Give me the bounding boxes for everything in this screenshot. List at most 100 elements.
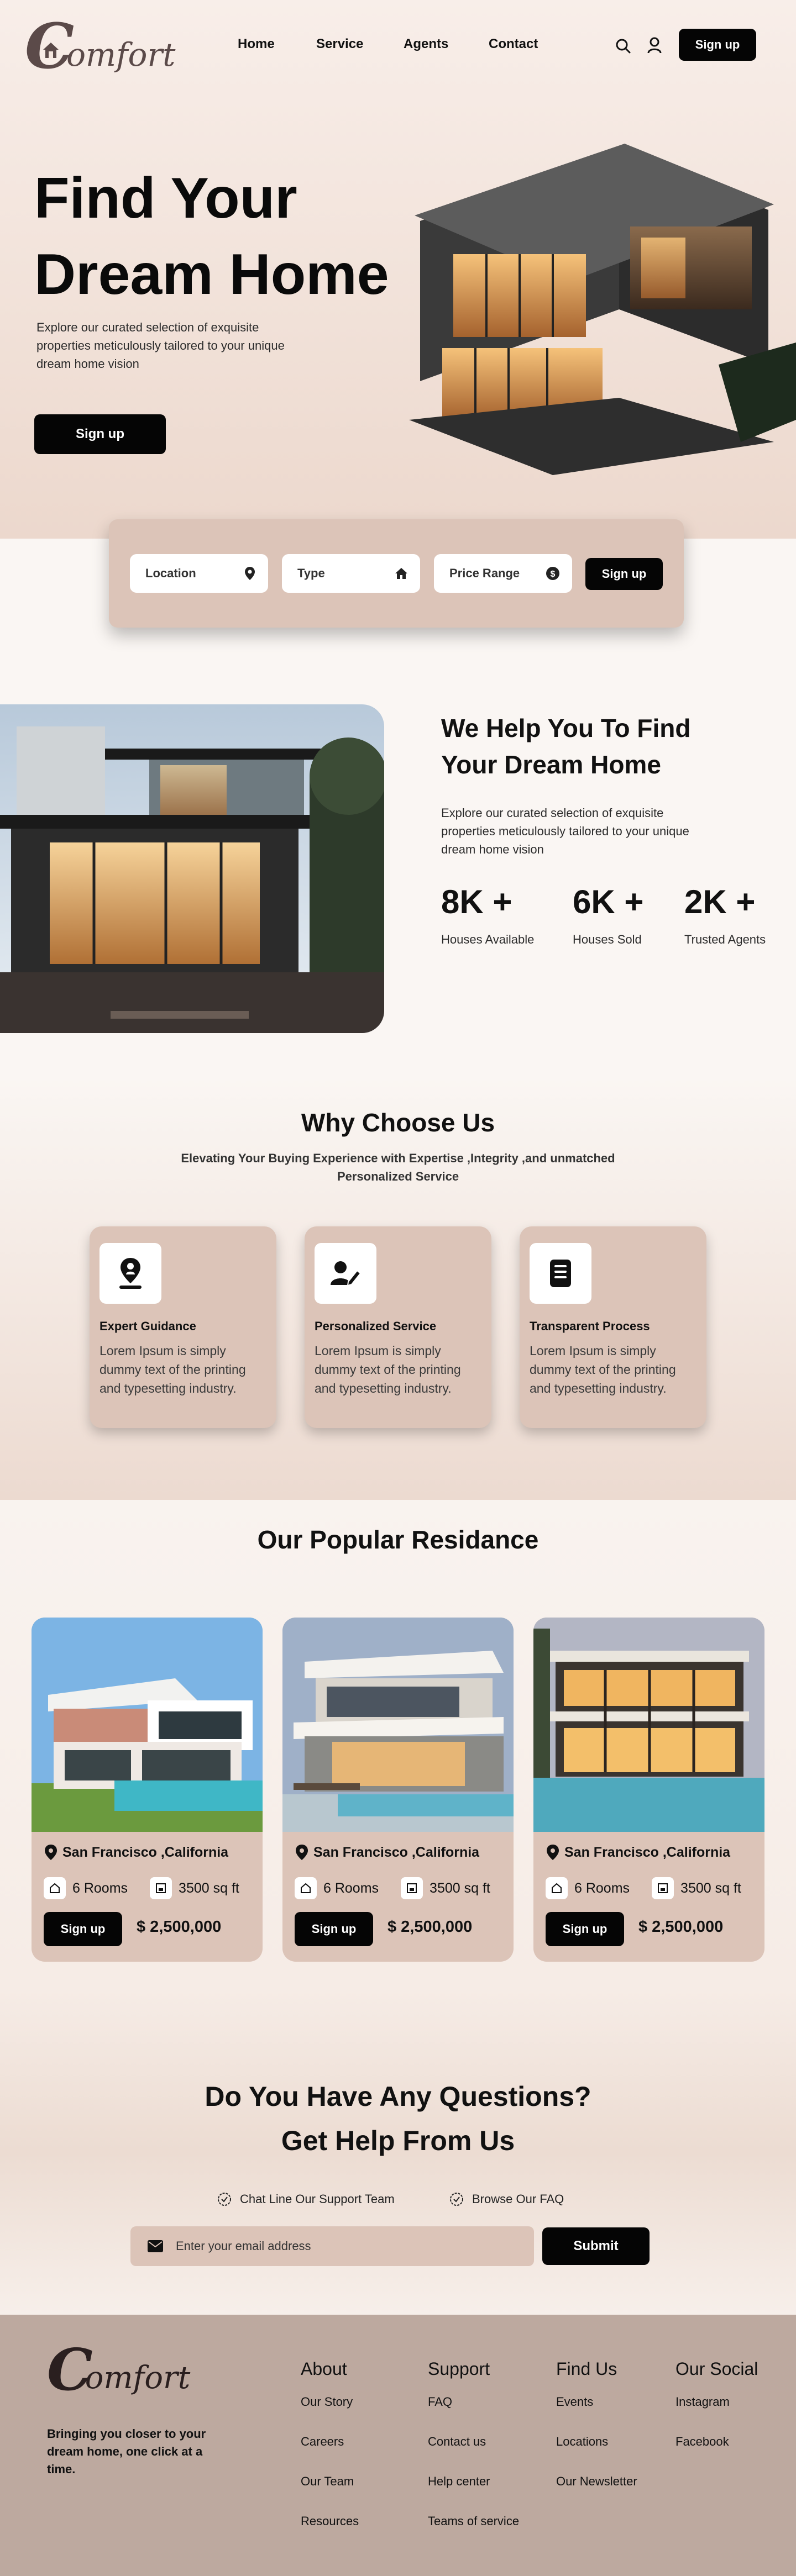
footer-link[interactable]: Teams of service [428, 2514, 519, 2528]
why-subtitle: Elevating Your Buying Experience with Ex… [181, 1151, 615, 1183]
card-description: Lorem Ipsum is simply dummy text of the … [530, 1344, 676, 1395]
area-icon [658, 1883, 668, 1893]
property-location: San Francisco ,California [295, 1844, 479, 1861]
property-photo [32, 1618, 263, 1832]
property-signup-button[interactable]: Sign up [546, 1912, 624, 1946]
icon-box [100, 1243, 161, 1304]
nav-contact-link[interactable]: Contact [489, 36, 538, 52]
about-subtitle: Explore our curated selection of exquisi… [441, 806, 689, 856]
hero-subtitle: Explore our curated selection of exquisi… [36, 320, 285, 371]
nav-home-link[interactable]: Home [238, 36, 275, 52]
home-outline-icon [552, 1883, 562, 1893]
icon-box [315, 1243, 376, 1304]
rooms-text: 6 Rooms [72, 1880, 128, 1896]
location-select[interactable]: Location [130, 554, 268, 593]
user-edit-icon [331, 1261, 362, 1287]
area-icon [156, 1883, 166, 1893]
footer-link[interactable]: Our Newsletter [556, 2474, 637, 2489]
footer-heading: Support [428, 2359, 490, 2379]
area-chip [652, 1877, 674, 1899]
instagram-link[interactable]: Instagram [675, 2395, 758, 2409]
area-text: 3500 sq ft [179, 1880, 239, 1896]
price-range-select[interactable]: Price Range $ [434, 554, 572, 593]
stat-houses-sold: 6K + Houses Sold [573, 883, 643, 947]
support-chat-link[interactable]: Chat Line Our Support Team [217, 2192, 395, 2207]
browse-faq-label: Browse Our FAQ [472, 2192, 564, 2206]
footer-heading: About [301, 2359, 347, 2379]
brand-name: omfort [66, 36, 176, 73]
card-description: Lorem Ipsum is simply dummy text of the … [315, 1344, 461, 1395]
location-text: San Francisco ,California [313, 1844, 480, 1860]
type-select[interactable]: Type [282, 554, 420, 593]
area-text: 3500 sq ft [430, 1880, 490, 1896]
svg-text:$: $ [551, 570, 556, 579]
hero-title: Find Your Dream Home [34, 160, 421, 313]
property-card[interactable]: San Francisco ,California 6 Rooms 3500 s… [282, 1618, 514, 1962]
rooms-text: 6 Rooms [323, 1880, 379, 1896]
search-icon[interactable] [615, 38, 631, 54]
facebook-link[interactable]: Facebook [675, 2435, 758, 2449]
property-meta: 6 Rooms 3500 sq ft [44, 1877, 239, 1899]
footer-link[interactable]: Our Story [301, 2395, 359, 2409]
document-icon [550, 1260, 571, 1287]
verified-check-icon [450, 2193, 463, 2206]
footer-brand-logo[interactable]: C omfort [47, 2341, 190, 2399]
footer-link[interactable]: Events [556, 2395, 637, 2409]
property-price: $ 2,500,000 [137, 1918, 222, 1936]
map-pin-icon [245, 567, 255, 580]
footer-link[interactable]: Help center [428, 2474, 519, 2489]
icon-box [530, 1243, 591, 1304]
property-photo [533, 1618, 764, 1832]
property-card[interactable]: San Francisco ,California 6 Rooms 3500 s… [533, 1618, 764, 1962]
house-logo-icon [43, 43, 59, 58]
rooms-text: 6 Rooms [574, 1880, 630, 1896]
footer-link[interactable]: Our Team [301, 2474, 359, 2489]
home-outline-icon [301, 1883, 311, 1893]
property-search-bar: Location Type Price Range $ Sign up [109, 519, 684, 628]
property-card[interactable]: San Francisco ,California 6 Rooms 3500 s… [32, 1618, 263, 1962]
area-chip [401, 1877, 423, 1899]
footer-column-social: Our Social Instagram Facebook [675, 2359, 758, 2474]
footer-link[interactable]: Locations [556, 2435, 637, 2449]
footer-link[interactable]: Resources [301, 2514, 359, 2528]
stat-value: 6K + [573, 883, 644, 920]
property-meta: 6 Rooms 3500 sq ft [295, 1877, 490, 1899]
stat-trusted-agents: 2K + Trusted Agents [684, 883, 766, 947]
verified-check-icon [218, 2193, 231, 2206]
email-input[interactable] [176, 2239, 507, 2253]
brand-logo[interactable]: C omfort [25, 16, 176, 78]
hero-title-line2: Dream Home [34, 243, 389, 307]
about-house-image [0, 704, 384, 1033]
footer-link[interactable]: FAQ [428, 2395, 519, 2409]
page: C omfort Home Service Agents Contact Sig… [0, 0, 796, 2576]
card-title: Transparent Process [530, 1319, 650, 1333]
footer-link[interactable]: Contact us [428, 2435, 519, 2449]
user-icon[interactable] [647, 36, 662, 54]
browse-faq-link[interactable]: Browse Our FAQ [449, 2192, 564, 2207]
price-range-label: Price Range [449, 566, 520, 580]
footer-heading: Our Social [675, 2359, 758, 2379]
property-price: $ 2,500,000 [638, 1918, 724, 1936]
footer-link[interactable]: Careers [301, 2435, 359, 2449]
map-pin-icon [547, 1845, 559, 1860]
stat-label: Houses Available [441, 933, 535, 946]
nav-agents-link[interactable]: Agents [404, 36, 448, 52]
search-signup-button[interactable]: Sign up [585, 558, 663, 590]
card-description: Lorem Ipsum is simply dummy text of the … [100, 1344, 246, 1395]
home-icon [395, 568, 407, 579]
nav-service-link[interactable]: Service [316, 36, 363, 52]
property-signup-button[interactable]: Sign up [44, 1912, 122, 1946]
property-signup-button[interactable]: Sign up [295, 1912, 373, 1946]
hero-house-image [409, 144, 796, 475]
area-icon [407, 1883, 417, 1893]
faq-title-line2: Get Help From Us [281, 2125, 515, 2156]
map-pin-icon [45, 1845, 57, 1860]
header-signup-button[interactable]: Sign up [679, 29, 756, 61]
dollar-icon: $ [546, 567, 559, 580]
hero-signup-button[interactable]: Sign up [34, 414, 166, 454]
stat-value: 8K + [441, 883, 512, 920]
hero-section: C omfort Home Service Agents Contact Sig… [0, 0, 796, 539]
submit-button[interactable]: Submit [542, 2227, 650, 2265]
type-label: Type [297, 566, 325, 580]
location-text: San Francisco ,California [564, 1844, 731, 1860]
